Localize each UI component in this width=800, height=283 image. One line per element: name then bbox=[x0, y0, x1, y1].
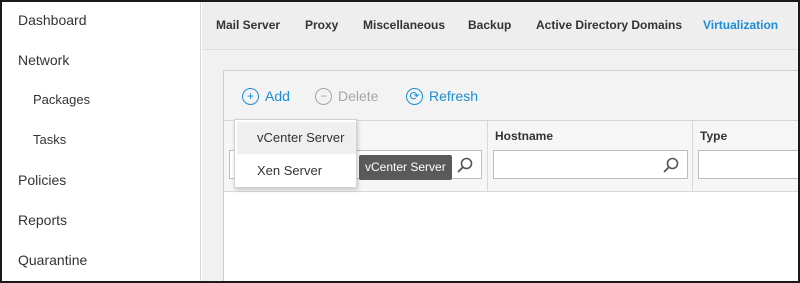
app-window: Dashboard Network Packages Tasks Policie… bbox=[0, 0, 800, 283]
refresh-icon: ⟳ bbox=[406, 87, 423, 105]
minus-icon: − bbox=[315, 87, 332, 105]
delete-label: Delete bbox=[338, 88, 379, 104]
tab-backup[interactable]: Backup bbox=[468, 18, 511, 32]
tab-proxy[interactable]: Proxy bbox=[305, 18, 338, 32]
selected-type-tooltip: vCenter Server bbox=[359, 155, 452, 180]
sidebar-item-packages[interactable]: Packages bbox=[33, 92, 90, 107]
add-label: Add bbox=[265, 88, 290, 104]
column-hostname: Hostname bbox=[487, 121, 692, 192]
sidebar: Dashboard Network Packages Tasks Policie… bbox=[2, 2, 201, 281]
refresh-button[interactable]: ⟳ Refresh bbox=[406, 86, 478, 106]
type-column-title[interactable]: Type bbox=[700, 129, 727, 143]
hostname-filter-input[interactable] bbox=[494, 151, 687, 178]
tab-active-directory-domains[interactable]: Active Directory Domains bbox=[536, 18, 682, 32]
search-icon[interactable] bbox=[457, 157, 473, 173]
delete-button[interactable]: − Delete bbox=[315, 86, 378, 106]
toolbar: + Add − Delete ⟳ Refresh bbox=[224, 71, 798, 121]
menu-item-vcenter-server[interactable]: vCenter Server bbox=[237, 122, 356, 154]
tab-virtualization[interactable]: Virtualization bbox=[703, 18, 778, 32]
column-type: Type bbox=[692, 121, 798, 192]
type-filter-input[interactable] bbox=[699, 151, 798, 178]
tab-miscellaneous[interactable]: Miscellaneous bbox=[363, 18, 445, 32]
sidebar-item-dashboard[interactable]: Dashboard bbox=[18, 12, 87, 28]
hostname-column-title[interactable]: Hostname bbox=[495, 129, 553, 143]
menu-item-xen-server[interactable]: Xen Server bbox=[237, 155, 356, 187]
sidebar-item-network[interactable]: Network bbox=[18, 52, 69, 68]
plus-icon: + bbox=[242, 87, 259, 105]
refresh-label: Refresh bbox=[429, 88, 479, 104]
sidebar-item-quarantine[interactable]: Quarantine bbox=[18, 252, 87, 268]
type-filter-field[interactable] bbox=[698, 150, 798, 179]
sidebar-item-reports[interactable]: Reports bbox=[18, 212, 67, 228]
tab-mail-server[interactable]: Mail Server bbox=[216, 18, 280, 32]
sidebar-item-tasks[interactable]: Tasks bbox=[33, 132, 66, 147]
add-button[interactable]: + Add bbox=[242, 86, 290, 106]
add-dropdown-menu: vCenter Server Xen Server bbox=[234, 119, 357, 188]
search-icon[interactable] bbox=[663, 157, 679, 173]
tab-bar: Mail Server Proxy Miscellaneous Backup A… bbox=[202, 2, 798, 50]
sidebar-item-policies[interactable]: Policies bbox=[18, 172, 66, 188]
hostname-filter-field[interactable] bbox=[493, 150, 688, 179]
